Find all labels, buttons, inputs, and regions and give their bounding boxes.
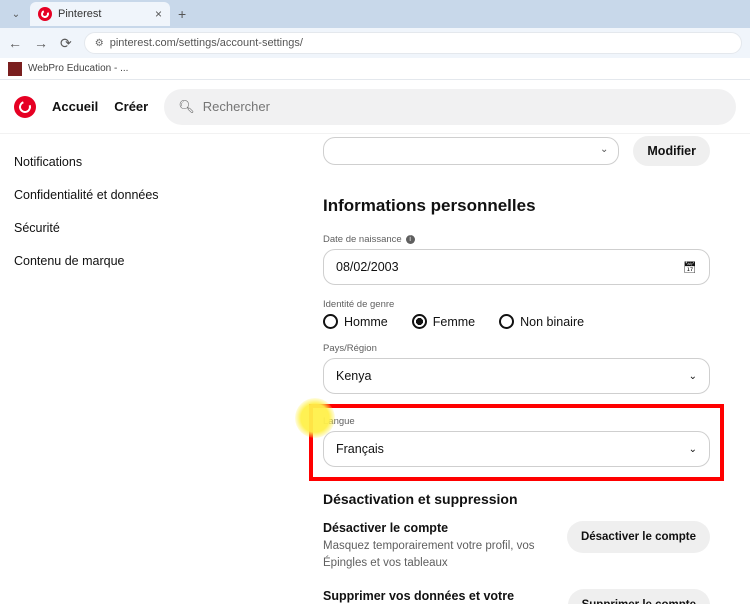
browser-tab[interactable]: Pinterest ×	[30, 2, 170, 26]
dob-input[interactable]: 08/02/2003 📅︎	[323, 249, 710, 285]
pinterest-logo-icon[interactable]	[14, 96, 36, 118]
chevron-down-icon: ⌄	[689, 444, 697, 455]
calendar-icon[interactable]: 📅︎	[683, 261, 697, 274]
modify-button[interactable]: Modifier	[633, 136, 710, 166]
tab-bar: ⌄ Pinterest × +	[0, 0, 750, 28]
country-value: Kenya	[336, 369, 371, 383]
chevron-down-icon: ⌄	[600, 144, 608, 155]
language-value: Français	[336, 442, 384, 456]
deactivate-desc: Masquez temporairement votre profil, vos…	[323, 538, 549, 571]
tab-title: Pinterest	[58, 8, 149, 20]
forward-icon[interactable]: →	[34, 35, 48, 51]
pinterest-header: Accueil Créer 🔍︎	[0, 80, 750, 134]
bookmark-item[interactable]: WebPro Education - ...	[28, 63, 128, 74]
settings-sidebar: Notifications Confidentialité et données…	[0, 134, 165, 604]
radio-icon	[412, 314, 427, 329]
pinterest-favicon	[38, 7, 52, 21]
section-title-personal: Informations personnelles	[323, 196, 710, 216]
sidebar-item-privacy[interactable]: Confidentialité et données	[14, 179, 165, 212]
bookmark-bar: WebPro Education - ...	[0, 58, 750, 80]
chevron-down-icon: ⌄	[689, 371, 697, 382]
language-select[interactable]: Français ⌄	[323, 431, 710, 467]
sidebar-item-notifications[interactable]: Notifications	[14, 146, 165, 179]
language-label: Langue	[323, 416, 710, 427]
highlight-circle	[295, 398, 335, 438]
deactivate-heading: Désactiver le compte	[323, 521, 549, 535]
delete-heading: Supprimer vos données et votre compte	[323, 589, 550, 604]
address-bar: ← → ⟳ ⚙ pinterest.com/settings/account-s…	[0, 28, 750, 58]
deactivate-button[interactable]: Désactiver le compte	[567, 521, 710, 553]
search-icon: 🔍︎	[178, 99, 195, 115]
bookmark-favicon	[8, 62, 22, 76]
truncated-select[interactable]: ⌄	[323, 137, 619, 165]
country-label: Pays/Région	[323, 343, 710, 354]
dob-label: Date de naissance i	[323, 234, 710, 245]
info-icon[interactable]: i	[406, 235, 415, 244]
dob-value: 08/02/2003	[336, 260, 399, 274]
reload-icon[interactable]: ⟳	[60, 35, 72, 52]
radio-femme[interactable]: Femme	[412, 314, 475, 329]
close-icon[interactable]: ×	[155, 7, 162, 21]
radio-homme[interactable]: Homme	[323, 314, 388, 329]
url-box[interactable]: ⚙ pinterest.com/settings/account-setting…	[84, 32, 742, 54]
site-settings-icon[interactable]: ⚙	[95, 38, 104, 49]
url-text: pinterest.com/settings/account-settings/	[110, 37, 303, 49]
search-input[interactable]	[203, 99, 722, 114]
radio-nonbinaire[interactable]: Non binaire	[499, 314, 584, 329]
nav-create[interactable]: Créer	[114, 99, 148, 114]
search-bar[interactable]: 🔍︎	[164, 89, 736, 125]
section-title-deactivation: Désactivation et suppression	[323, 491, 710, 507]
country-select[interactable]: Kenya ⌄	[323, 358, 710, 394]
delete-button[interactable]: Supprimer le compte	[568, 589, 710, 604]
content-area: ⌄ Modifier Informations personnelles Dat…	[165, 134, 750, 604]
radio-icon	[499, 314, 514, 329]
nav-home[interactable]: Accueil	[52, 99, 98, 114]
sidebar-item-security[interactable]: Sécurité	[14, 212, 165, 245]
sidebar-item-branded[interactable]: Contenu de marque	[14, 245, 165, 278]
highlight-box: Langue Français ⌄	[309, 404, 724, 481]
gender-label: Identité de genre	[323, 299, 710, 310]
new-tab-icon[interactable]: +	[178, 6, 186, 22]
tab-dropdown-icon[interactable]: ⌄	[8, 9, 24, 20]
back-icon[interactable]: ←	[8, 35, 22, 51]
radio-icon	[323, 314, 338, 329]
